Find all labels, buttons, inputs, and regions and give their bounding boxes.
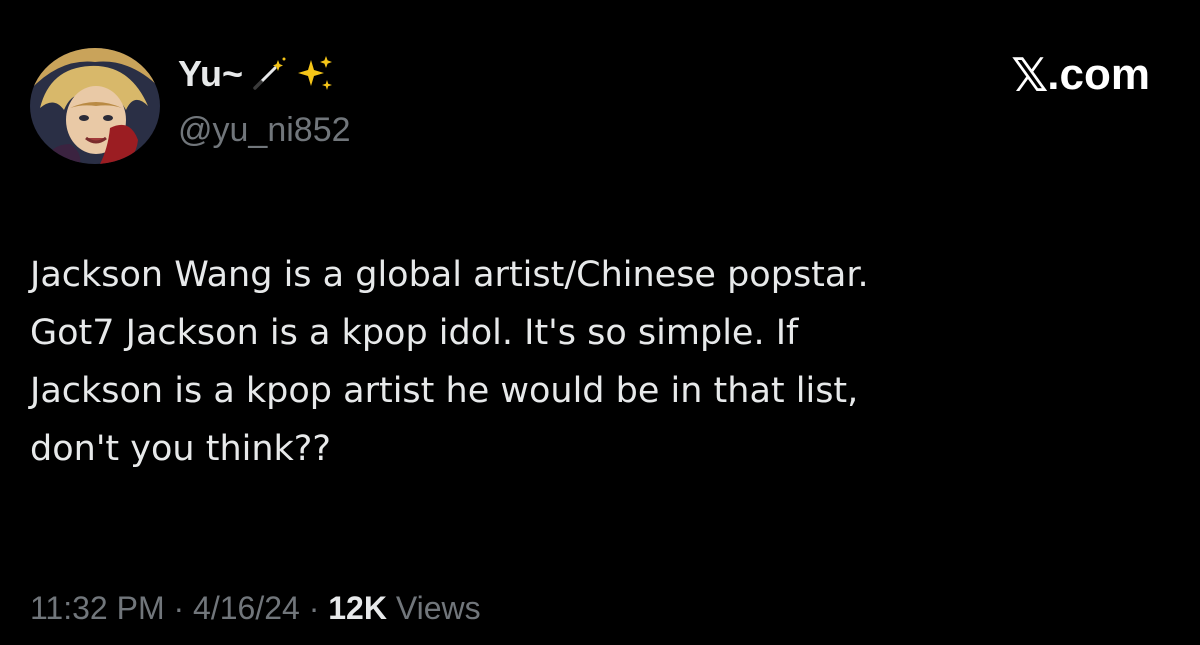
tweet-metadata: 11:32 PM · 4/16/24 · 12K Views bbox=[30, 586, 481, 630]
tweet-line: don't you think?? bbox=[30, 429, 331, 469]
meta-separator: · bbox=[164, 590, 194, 626]
meta-separator: · bbox=[299, 590, 329, 626]
display-name[interactable]: Yu~ bbox=[178, 52, 335, 96]
brand-domain-text: .com bbox=[1047, 50, 1150, 99]
display-name-text: Yu~ bbox=[178, 53, 244, 94]
x-logo-icon: 𝕏 bbox=[1011, 48, 1048, 102]
tweet-line: Got7 Jackson is a kpop idol. It's so sim… bbox=[30, 313, 799, 353]
tweet-line: Jackson Wang is a global artist/Chinese … bbox=[30, 255, 869, 295]
views-count: 12K bbox=[328, 590, 387, 626]
tweet-date[interactable]: 4/16/24 bbox=[193, 590, 300, 626]
tweet-time[interactable]: 11:32 PM bbox=[30, 590, 165, 626]
magic-wand-icon bbox=[251, 56, 287, 92]
avatar-image bbox=[30, 48, 160, 164]
tweet-text: Jackson Wang is a global artist/Chinese … bbox=[30, 246, 1170, 478]
avatar[interactable] bbox=[30, 48, 160, 164]
user-handle[interactable]: @yu_ni852 bbox=[178, 110, 351, 150]
brand-logo[interactable]: 𝕏 .com bbox=[1011, 48, 1150, 102]
sparkles-icon bbox=[295, 54, 335, 94]
views-label: Views bbox=[395, 590, 481, 626]
tweet-line: Jackson is a kpop artist he would be in … bbox=[30, 371, 859, 411]
